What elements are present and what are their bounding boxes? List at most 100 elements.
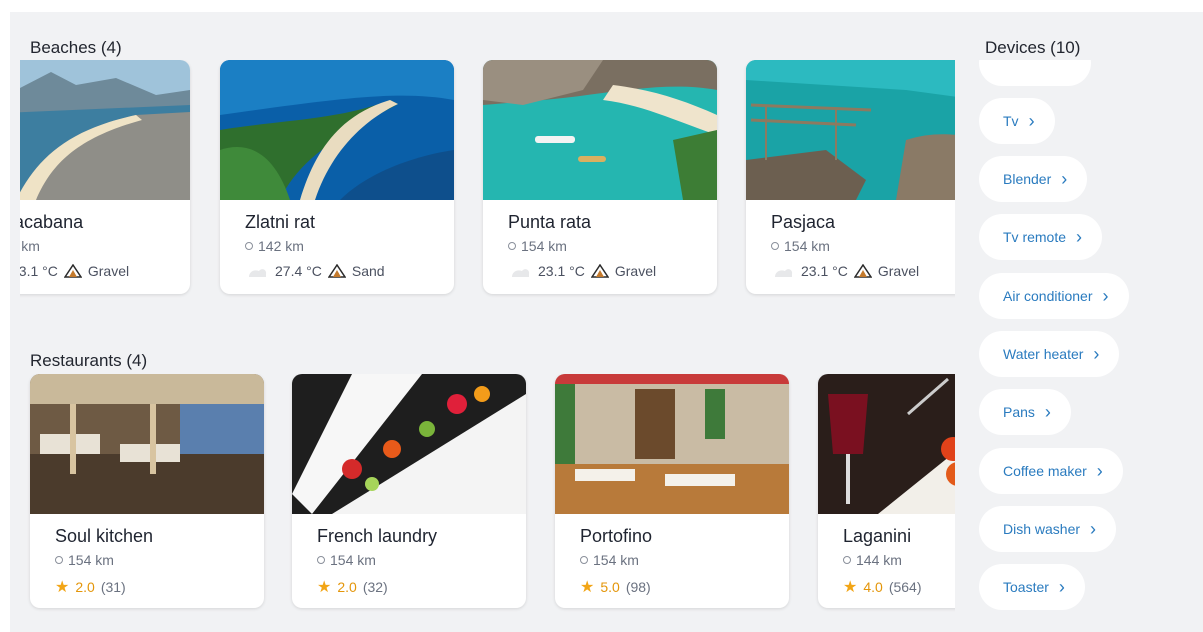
device-chip-label: Blender	[1003, 171, 1052, 187]
device-chip-label: Coffee maker	[1003, 463, 1087, 479]
restaurant-rating: ★ 2.0 (31)	[55, 577, 126, 597]
location-pin-icon	[771, 242, 779, 250]
beaches-section-title: Beaches (4)	[30, 38, 122, 57]
sun-cloud-icon	[512, 269, 530, 277]
beach-card[interactable]: Punta rata 154 km 23.1 °C Gravel	[483, 60, 717, 294]
beach-card[interactable]: Zlatni rat 142 km 27.4 °C Sand	[220, 60, 454, 294]
chevron-right-icon: ›	[1028, 111, 1035, 131]
beach-meta: 27.4 °C Sand	[245, 263, 385, 279]
star-icon: ★	[55, 579, 70, 596]
beach-meta: 23.1 °C Gravel	[771, 263, 919, 279]
star-icon: ★	[843, 579, 858, 596]
device-chip-label: Tv remote	[1003, 229, 1067, 245]
beach-distance: 142 km	[245, 238, 304, 254]
beach-distance: 154 km	[508, 238, 567, 254]
device-chip-blender[interactable]: Blender ›	[979, 156, 1088, 202]
sun-cloud-icon	[249, 269, 267, 277]
device-chip-partial[interactable]	[979, 60, 1091, 86]
sun-cloud-icon	[775, 269, 793, 277]
beach-photo	[220, 60, 454, 200]
device-chip-water-heater[interactable]: Water heater ›	[979, 331, 1120, 377]
beach-card[interactable]: Copacabana 154 km 23.1 °C Gravel	[20, 60, 190, 294]
beaches-carousel[interactable]: Copacabana 154 km 23.1 °C Gravel Zlatni …	[20, 60, 955, 300]
chevron-right-icon: ›	[1093, 344, 1100, 364]
chevron-right-icon: ›	[1058, 577, 1065, 597]
mountain-icon	[327, 264, 346, 278]
restaurant-distance: 154 km	[317, 552, 376, 568]
beach-surface: Sand	[351, 263, 385, 279]
beach-meta: 23.1 °C Gravel	[20, 263, 129, 279]
beach-name: Zlatni rat	[245, 212, 316, 232]
location-pin-icon	[55, 556, 63, 564]
mountain-icon	[853, 264, 872, 278]
chevron-right-icon: ›	[1090, 519, 1097, 539]
chevron-right-icon: ›	[1076, 227, 1083, 247]
device-chip-air-conditioner[interactable]: Air conditioner ›	[979, 273, 1129, 319]
restaurant-distance: 154 km	[55, 552, 114, 568]
beach-distance-value: 154 km	[521, 238, 567, 254]
beach-temperature: 23.1 °C	[538, 263, 585, 279]
device-chip-dish-washer[interactable]: Dish washer ›	[979, 506, 1117, 552]
restaurants-section-title: Restaurants (4)	[30, 351, 148, 370]
rating-value: 2.0	[337, 579, 357, 595]
device-chip-tv[interactable]: Tv ›	[979, 98, 1055, 144]
beach-distance: 154 km	[771, 238, 830, 254]
rating-value: 4.0	[863, 579, 883, 595]
review-count: (32)	[362, 579, 388, 595]
restaurant-rating: ★ 2.0 (32)	[317, 577, 388, 597]
beach-surface: Gravel	[877, 263, 920, 279]
star-icon: ★	[580, 579, 595, 596]
device-chip-label: Air conditioner	[1003, 288, 1093, 304]
star-icon: ★	[317, 579, 332, 596]
restaurant-photo	[30, 374, 264, 514]
review-count: (564)	[888, 579, 922, 595]
device-chip-label: Tv	[1003, 113, 1019, 129]
device-chip-label: Pans	[1003, 404, 1035, 420]
restaurant-name: Portofino	[580, 526, 653, 546]
device-chip-tv-remote[interactable]: Tv remote ›	[979, 214, 1103, 260]
restaurant-card[interactable]: Laganini 144 km ★ 4.0 (564)	[818, 374, 955, 608]
restaurant-photo	[818, 374, 955, 514]
beach-card[interactable]: Pasjaca 154 km 23.1 °C Gravel	[746, 60, 955, 294]
device-chip-pans[interactable]: Pans ›	[979, 389, 1071, 435]
location-pin-icon	[245, 242, 253, 250]
beach-temperature: 27.4 °C	[275, 263, 322, 279]
restaurant-card[interactable]: French laundry 154 km ★ 2.0 (32)	[292, 374, 526, 608]
mountain-icon	[590, 264, 609, 278]
beach-photo	[483, 60, 717, 200]
restaurant-photo	[555, 374, 789, 514]
review-count: (98)	[625, 579, 651, 595]
device-chip-label: Toaster	[1003, 579, 1049, 595]
beach-photo	[20, 60, 190, 200]
location-pin-icon	[508, 242, 516, 250]
device-chip-toaster[interactable]: Toaster ›	[979, 564, 1085, 610]
restaurant-rating: ★ 5.0 (98)	[580, 577, 651, 597]
beach-name: Punta rata	[508, 212, 592, 232]
location-pin-icon	[843, 556, 851, 564]
beach-photo	[746, 60, 955, 200]
beach-meta: 23.1 °C Gravel	[508, 263, 656, 279]
chevron-right-icon: ›	[1096, 461, 1103, 481]
rating-value: 2.0	[75, 579, 95, 595]
restaurant-distance-value: 144 km	[856, 552, 902, 568]
device-chip-label: Dish washer	[1003, 521, 1081, 537]
restaurant-distance: 154 km	[580, 552, 639, 568]
restaurant-photo	[292, 374, 526, 514]
location-pin-icon	[580, 556, 588, 564]
chevron-right-icon: ›	[1102, 286, 1109, 306]
beach-distance-value: 154 km	[784, 238, 830, 254]
device-chip-coffee-maker[interactable]: Coffee maker ›	[979, 448, 1123, 494]
restaurant-card[interactable]: Portofino 154 km ★ 5.0 (98)	[555, 374, 789, 608]
restaurant-distance-value: 154 km	[593, 552, 639, 568]
restaurants-carousel[interactable]: Soul kitchen 154 km ★ 2.0 (31) French la…	[20, 374, 955, 614]
restaurant-name: French laundry	[317, 526, 438, 546]
rating-value: 5.0	[600, 579, 620, 595]
restaurant-card[interactable]: Soul kitchen 154 km ★ 2.0 (31)	[30, 374, 264, 608]
beach-name: Copacabana	[20, 212, 84, 232]
devices-list[interactable]: Tv › Blender › Tv remote › Air conditioner ›…	[979, 60, 1179, 632]
beach-surface: Gravel	[614, 263, 657, 279]
devices-section-title: Devices (10)	[985, 38, 1081, 57]
restaurant-name: Soul kitchen	[55, 526, 154, 546]
restaurant-rating: ★ 4.0 (564)	[843, 577, 922, 597]
beach-surface: Gravel	[87, 263, 130, 279]
